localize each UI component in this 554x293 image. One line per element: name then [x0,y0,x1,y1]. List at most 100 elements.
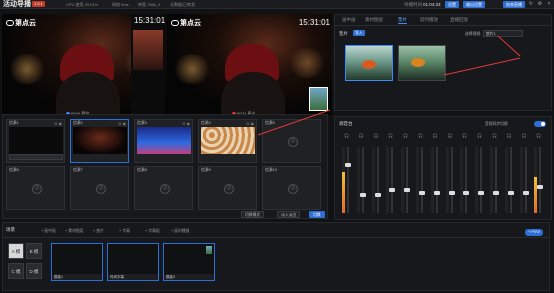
mixer-channel[interactable]: 🎧 [504,133,515,215]
headphone-icon[interactable]: 🎧 [431,133,440,139]
fader-knob[interactable] [448,191,455,196]
transition-mode-button[interactable]: 切换模式 [241,211,265,218]
add-pip-button[interactable]: + 画中画 [41,229,56,234]
source-cell-10[interactable]: 信源10 ⊘ [262,166,321,210]
output-settings-button[interactable]: 输出设置 [463,1,485,8]
add-subtitle-button[interactable]: + 字幕 [119,229,130,234]
mixer-channel[interactable]: 🎧 [533,133,544,215]
headphone-icon[interactable]: 🎧 [357,133,366,139]
source-cell-6[interactable]: 信源6 ⊘ [6,166,65,210]
mixer-channel[interactable]: 🎧 [385,133,396,215]
fader-rail[interactable] [406,147,409,213]
fader-rail[interactable] [421,147,423,213]
setting-button[interactable]: 设置 [445,1,459,8]
add-delay-button[interactable]: + 延时播放 [171,229,189,234]
fader-knob[interactable] [522,191,529,196]
fader-knob[interactable] [389,187,396,192]
fader-knob[interactable] [433,191,440,196]
layout-b-button[interactable]: B 模 [26,243,42,259]
program-monitor[interactable]: 第点云 15:31:01 [167,14,332,115]
fader-rail[interactable] [361,147,364,213]
template-card-1[interactable]: 模板1 [51,243,103,281]
audio-sync-toggle[interactable] [534,121,546,127]
headphone-icon[interactable]: 🎧 [475,133,484,139]
mixer-channel[interactable]: 🎧 [400,133,411,215]
pad-card-1[interactable] [345,45,393,81]
source-cell-4[interactable]: 信源4 ⊖ ◉ [198,119,257,163]
program-pip-overlay[interactable] [309,87,328,111]
pad-card-2[interactable] [398,45,446,81]
headphone-icon[interactable]: 🎧 [490,133,499,139]
headphone-icon[interactable]: 🎧 [372,133,381,139]
mixer-channel[interactable]: 🎧 [415,133,426,215]
add-material-button[interactable]: + 素材图层 [65,229,83,234]
template-card-3[interactable]: 模板3 [163,243,215,281]
headphone-icon[interactable]: 🎧 [446,133,455,139]
add-pad-button[interactable]: + 垫片 [93,229,104,234]
mixer-channel[interactable]: 🎧 [489,133,500,215]
fader-rail[interactable] [376,147,379,213]
mixer-channel[interactable]: 🎧 [371,133,382,215]
source-cell-3[interactable]: 信源3 ⊖ ◉ [134,119,193,163]
mixer-channel[interactable]: 🎧 [474,133,485,215]
fader-knob[interactable] [374,192,381,197]
fader-rail[interactable] [347,147,349,213]
source-controls[interactable]: ⊖ ◉ [246,121,254,126]
layout-a-button[interactable]: A 模 [8,243,24,259]
close-icon[interactable]: × [546,1,552,8]
mixer-channel[interactable]: 🎧 [430,133,441,215]
tab-live-replay[interactable]: 直播回放 [450,17,468,23]
fader-rail[interactable] [391,147,394,213]
layout-c-button[interactable]: C 模 [8,263,24,279]
fader-knob[interactable] [419,191,425,196]
mixer-channel[interactable]: 🎧 [445,133,456,215]
source-cell-9[interactable]: 信源9 ⊘ [198,166,257,210]
mixer-channel[interactable]: 🎧 [341,133,352,215]
fader-rail[interactable] [480,147,483,213]
select-video-dropdown[interactable]: 垫片1 [483,30,523,37]
fader-rail[interactable] [539,147,542,213]
source-controls[interactable]: ⊖ ◉ [54,121,62,126]
headphone-icon[interactable]: 🎧 [505,133,514,139]
add-subtitle-group-button[interactable]: + 字幕组 [145,229,160,234]
fader-rail[interactable] [435,147,438,213]
fader-knob[interactable] [345,163,351,168]
fader-rail[interactable] [450,147,453,213]
tab-delay-play[interactable]: 延时播放 [420,17,438,23]
tab-pip[interactable]: 画中画 [342,17,356,23]
fader-knob[interactable] [463,191,470,196]
fader-rail[interactable] [524,147,527,213]
mixer-channel[interactable]: 🎧 [356,133,367,215]
fader-rail[interactable] [509,147,512,213]
source-cell-8[interactable]: 信源8 ⊘ [134,166,193,210]
pvw-button[interactable]: + PVW [525,229,543,236]
source-cell-1[interactable]: 信源1 ⊖ ◉ [6,119,65,163]
tab-pad[interactable]: 垫片 [398,17,407,24]
headphone-icon[interactable]: 🎧 [386,133,395,139]
fader-knob[interactable] [537,184,544,189]
fader-rail[interactable] [465,147,468,213]
import-button[interactable]: 导入 [353,30,365,36]
headphone-icon[interactable]: 🎧 [416,133,425,139]
fader-knob[interactable] [359,192,366,197]
headphone-icon[interactable]: 🎧 [401,133,410,139]
source-controls[interactable]: ⊖ ◉ [182,121,190,126]
source-cell-2[interactable]: 信源2 ⊖ ◉ [70,119,129,163]
refresh-icon[interactable]: ↻ [528,1,534,8]
headphone-icon[interactable]: 🎧 [520,133,529,139]
mixer-channel[interactable]: 🎧 [459,133,470,215]
source-controls[interactable]: ⊖ ◉ [118,121,126,126]
source-cell-7[interactable]: 信源7 ⊘ [70,166,129,210]
fader-rail[interactable] [495,147,497,213]
cut-button[interactable]: 切换 [309,211,325,218]
fader-knob[interactable] [478,191,485,196]
end-live-button[interactable]: 结束直播 [503,1,525,8]
headphone-icon[interactable]: 🎧 [460,133,469,139]
fader-knob[interactable] [507,191,514,196]
fader-knob[interactable] [404,187,411,192]
fader-knob[interactable] [493,191,499,196]
layout-d-button[interactable]: D 模 [26,263,42,279]
tab-material-layer[interactable]: 素材图层 [365,17,383,23]
headphone-icon[interactable]: 🎧 [342,133,351,139]
template-card-2[interactable]: 时间字幕 [107,243,159,281]
